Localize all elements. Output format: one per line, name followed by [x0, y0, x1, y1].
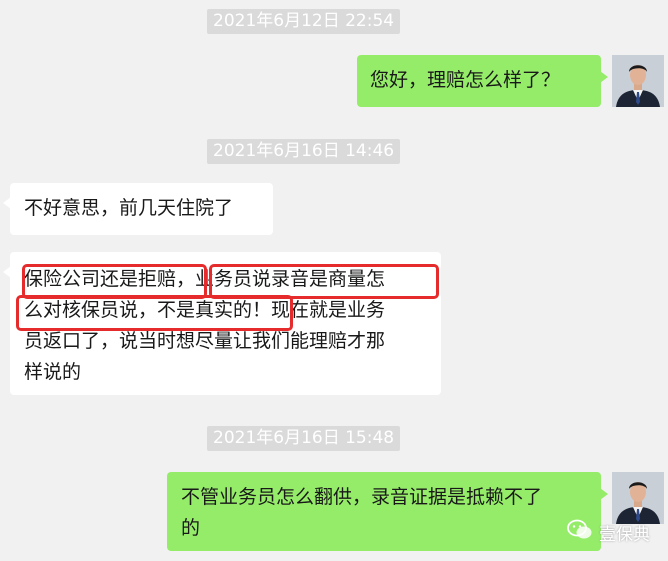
user-avatar-icon[interactable] [612, 472, 664, 524]
outgoing-message-bubble[interactable]: 不管业务员怎么翻供，录音证据是抵赖不了 的 [167, 472, 608, 551]
wechat-official-account-icon [567, 519, 593, 546]
watermark-text: 壹保典 [599, 524, 650, 545]
incoming-message-bubble[interactable]: 不好意思，前几天住院了 [3, 183, 273, 235]
message-text: 不好意思，前几天住院了 [24, 197, 234, 219]
user-avatar-icon[interactable] [612, 55, 664, 107]
highlight-box [16, 295, 293, 331]
timestamp: 2021年6月16日 15:48 [207, 426, 401, 451]
outgoing-message-bubble[interactable]: 您好，理赔怎么样了？ [357, 55, 608, 107]
highlight-box [22, 264, 207, 299]
message-text-line: 样说的 [24, 361, 82, 383]
highlight-box [209, 264, 439, 299]
timestamp: 2021年6月12日 22:54 [207, 9, 401, 34]
message-text-line: 的 [181, 517, 201, 539]
message-text-line: 不管业务员怎么翻供，录音证据是抵赖不了 [181, 486, 543, 508]
message-text: 您好，理赔怎么样了？ [370, 69, 561, 91]
timestamp: 2021年6月16日 14:46 [207, 139, 401, 164]
watermark: 壹保典 [567, 518, 650, 546]
